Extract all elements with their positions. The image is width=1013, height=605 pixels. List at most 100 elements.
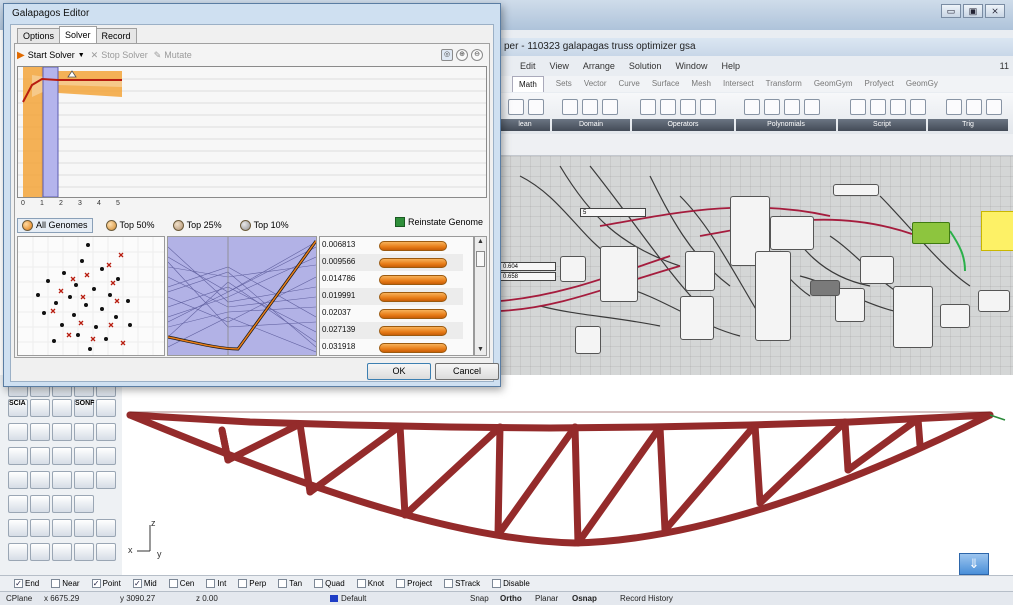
menu-edit[interactable]: Edit — [520, 58, 536, 74]
checkbox[interactable] — [278, 579, 288, 588]
rhino-viewport[interactable]: SCIA SONF z x y ⇓ — [0, 375, 1013, 575]
gh-component[interactable] — [600, 246, 638, 302]
filter-all-genomes[interactable]: All Genomes — [17, 217, 93, 233]
status-cplane[interactable]: CPlane — [6, 592, 32, 605]
osnap-project[interactable]: Project — [396, 579, 432, 588]
component-icon[interactable] — [602, 99, 618, 115]
tab-sets[interactable]: Sets — [556, 76, 572, 92]
osnap-perp[interactable]: Perp — [238, 579, 266, 588]
ribbon-group-lean[interactable]: lean — [500, 119, 550, 131]
component-icon[interactable] — [562, 99, 578, 115]
list-item[interactable]: 0.02037 — [320, 305, 463, 322]
gh-component[interactable] — [978, 290, 1010, 312]
status-layer[interactable]: Default — [330, 592, 366, 605]
gh-component[interactable] — [940, 304, 970, 328]
osnap-disable[interactable]: Disable — [492, 579, 530, 588]
component-icon[interactable] — [784, 99, 800, 115]
gh-component[interactable] — [810, 280, 840, 296]
component-icon[interactable] — [582, 99, 598, 115]
component-icon[interactable] — [870, 99, 886, 115]
status-snap[interactable]: Snap — [470, 592, 489, 605]
mutate-button[interactable]: ✎ Mutate — [154, 50, 192, 61]
gh-component[interactable] — [560, 256, 586, 282]
component-icon[interactable] — [508, 99, 524, 115]
stop-solver-button[interactable]: ✕ Stop Solver — [91, 50, 148, 61]
status-record-history[interactable]: Record History — [620, 592, 673, 605]
number-slider[interactable]: 0.604 — [500, 262, 556, 271]
tab-math[interactable]: Math — [512, 76, 544, 92]
osnap-strack[interactable]: STrack — [444, 579, 480, 588]
gh-component[interactable] — [685, 251, 715, 291]
graph-mode-icon[interactable]: ◎ — [441, 49, 453, 61]
minimize-button[interactable]: ▭ — [941, 4, 961, 18]
osnap-end[interactable]: ✓ End — [14, 579, 39, 588]
menu-help[interactable]: Help — [721, 58, 740, 74]
osnap-point[interactable]: ✓ Point — [91, 579, 121, 588]
component-icon[interactable] — [850, 99, 866, 115]
checkbox[interactable] — [492, 579, 502, 588]
menu-view[interactable]: View — [550, 58, 569, 74]
tab-mesh[interactable]: Mesh — [691, 76, 711, 92]
reinstate-genome-button[interactable]: Reinstate Genome — [394, 217, 483, 227]
list-item[interactable]: 0.031918 — [320, 339, 463, 355]
gh-component[interactable] — [575, 326, 601, 354]
checkbox[interactable] — [444, 579, 454, 588]
tab-intersect[interactable]: Intersect — [723, 76, 754, 92]
checkbox[interactable] — [51, 579, 61, 588]
maximize-button[interactable]: ▣ — [963, 4, 983, 18]
genome-list-scrollbar[interactable]: ▲ ▼ — [474, 236, 487, 356]
component-icon[interactable] — [528, 99, 544, 115]
component-icon[interactable] — [910, 99, 926, 115]
checkbox[interactable] — [396, 579, 406, 588]
status-planar[interactable]: Planar — [535, 592, 558, 605]
component-icon[interactable] — [640, 99, 656, 115]
tab-options[interactable]: Options — [17, 28, 61, 43]
list-item[interactable]: 0.009566 — [320, 254, 463, 271]
checkbox[interactable] — [168, 579, 178, 588]
number-slider[interactable]: 5 — [580, 208, 646, 217]
ribbon-group-trig[interactable]: Trig — [928, 119, 1008, 131]
gh-component[interactable] — [860, 256, 894, 284]
tab-record[interactable]: Record — [95, 28, 137, 43]
genome-list[interactable]: 0.006813 0.009566 0.014786 0.019991 0.02… — [319, 236, 474, 356]
parallel-coordinates-plot[interactable] — [167, 236, 318, 356]
grasshopper-canvas[interactable]: 5 0.604 0.658 — [500, 156, 1013, 375]
viewport-nav-button[interactable]: ⇓ — [959, 553, 989, 575]
component-icon[interactable] — [966, 99, 982, 115]
osnap-cen[interactable]: Cen — [168, 579, 194, 588]
status-ortho[interactable]: Ortho — [500, 592, 522, 605]
checkbox[interactable]: ✓ — [91, 579, 101, 588]
tab-profyect[interactable]: Profyect — [865, 76, 894, 92]
ribbon-group-domain[interactable]: Domain — [552, 119, 630, 131]
component-icon[interactable] — [680, 99, 696, 115]
scroll-down-icon[interactable]: ▼ — [475, 345, 486, 355]
component-icon[interactable] — [744, 99, 760, 115]
tab-vector[interactable]: Vector — [584, 76, 607, 92]
list-item[interactable]: 0.027139 — [320, 322, 463, 339]
osnap-mid[interactable]: ✓ Mid — [132, 579, 157, 588]
osnap-knot[interactable]: Knot — [356, 579, 384, 588]
component-icon[interactable] — [890, 99, 906, 115]
panel-component[interactable] — [981, 211, 1013, 251]
gh-component[interactable] — [893, 286, 933, 348]
tab-geomgym[interactable]: GeomGym — [814, 76, 853, 92]
checkbox[interactable] — [314, 579, 324, 588]
list-item[interactable]: 0.006813 — [320, 237, 463, 254]
zoom-in-icon[interactable]: ⊕ — [456, 49, 468, 61]
close-button[interactable]: ⨯ — [985, 4, 1005, 18]
component-icon[interactable] — [700, 99, 716, 115]
component-icon[interactable] — [660, 99, 676, 115]
genome-scatter-plot[interactable] — [17, 236, 165, 356]
scroll-thumb[interactable] — [476, 251, 485, 267]
filter-top-50[interactable]: Top 50% — [101, 218, 160, 233]
menu-window[interactable]: Window — [675, 58, 707, 74]
gh-component[interactable] — [680, 296, 714, 340]
ribbon-group-operators[interactable]: Operators — [632, 119, 734, 131]
start-solver-button[interactable]: ▶ Start Solver ▼ — [17, 50, 85, 61]
checkbox[interactable]: ✓ — [14, 579, 23, 588]
truss-model[interactable] — [0, 375, 1013, 575]
menu-solution[interactable]: Solution — [629, 58, 662, 74]
tab-surface[interactable]: Surface — [652, 76, 680, 92]
tab-curve[interactable]: Curve — [619, 76, 640, 92]
galapagos-component[interactable] — [912, 222, 950, 244]
